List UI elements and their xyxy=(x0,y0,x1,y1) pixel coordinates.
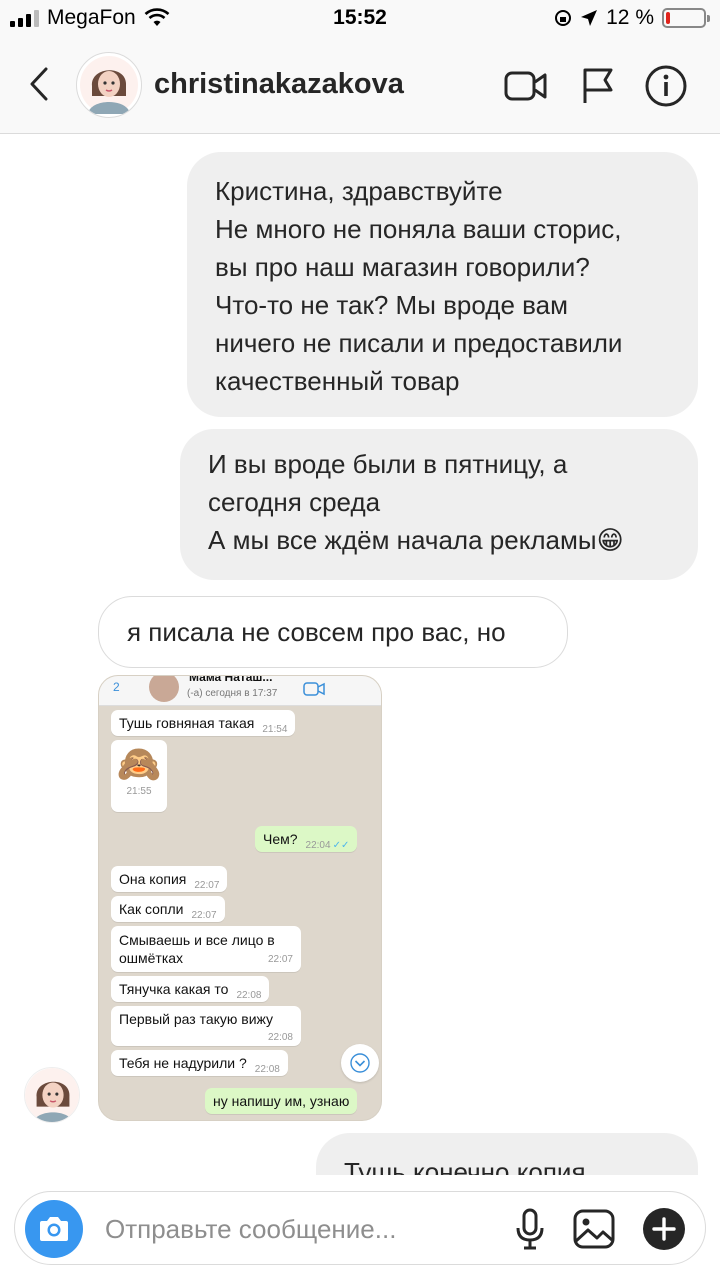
bubble-time: 21:54 xyxy=(262,724,288,735)
voice-message-button[interactable] xyxy=(507,1206,553,1252)
bubble-text: Тушь говняная такая xyxy=(119,715,255,731)
bubble-time: 22:07 xyxy=(194,880,220,891)
message-line: вы про наш магазин говорили? xyxy=(215,252,590,282)
screenshot-bubble-incoming: Тебя не надурили ? 22:08 xyxy=(111,1050,288,1076)
chevron-left-icon xyxy=(30,67,48,101)
plus-icon xyxy=(643,1208,685,1250)
screenshot-bubble-incoming: Как сопли 22:07 xyxy=(111,896,225,922)
screenshot-contact-name: Мама Наташ... xyxy=(189,675,273,684)
video-call-button[interactable] xyxy=(502,62,550,110)
gallery-button[interactable] xyxy=(571,1206,617,1252)
battery-percent: 12 % xyxy=(606,6,654,29)
message-line: Кристина, здравствуйте xyxy=(215,176,503,206)
bubble-time: 21:55 xyxy=(126,786,152,797)
avatar-illustration xyxy=(80,56,138,114)
bubble-time: 22:07 xyxy=(191,910,217,921)
screenshot-header: 2 Мама Наташ... (-а) сегодня в 17:37 xyxy=(99,676,381,706)
bubble-text: Тянучка какая то xyxy=(119,981,229,997)
report-button[interactable] xyxy=(574,62,622,110)
bubble-text: Как сопли xyxy=(119,901,184,917)
bubble-time: 22:07 xyxy=(267,954,293,965)
message-line: ничего не писали и предоставили xyxy=(215,328,623,358)
message-line: А мы все ждём начала рекламы😁 xyxy=(208,525,624,555)
shared-screenshot[interactable]: 2 Мама Наташ... (-а) сегодня в 17:37 Туш… xyxy=(98,675,382,1121)
screenshot-sticker: 🙈 21:55 xyxy=(111,740,167,812)
rotation-lock-icon xyxy=(555,10,572,26)
back-button[interactable] xyxy=(22,64,56,104)
double-check-icon: ✓✓ xyxy=(332,840,350,851)
message-line: Тушь конечно копия xyxy=(344,1157,586,1175)
bubble-text: Первый раз такую вижу xyxy=(119,1011,274,1027)
avatar-illustration xyxy=(25,1068,79,1122)
camera-icon xyxy=(40,1217,68,1241)
screenshot-last-seen: (-а) сегодня в 17:37 xyxy=(187,688,278,699)
screenshot-bubble-outgoing: Чем? 22:04 ✓✓ xyxy=(255,826,358,852)
video-camera-icon xyxy=(303,682,325,696)
bubble-time: 22:08 xyxy=(236,990,262,1001)
screenshot-back-count: 2 xyxy=(113,680,120,694)
message-thread[interactable]: Кристина, здравствуйте Не много не понял… xyxy=(0,135,720,1175)
message-input[interactable] xyxy=(105,1212,495,1246)
screenshot-bubble-outgoing: ну напишу им, узнаю xyxy=(205,1088,358,1114)
bubble-time: 22:04 xyxy=(305,840,331,851)
gallery-icon xyxy=(573,1209,615,1249)
bubble-time: 22:08 xyxy=(254,1064,280,1075)
message-line: сегодня среда xyxy=(208,487,381,517)
scroll-down-button xyxy=(341,1044,379,1082)
screenshot-bubble-incoming: Смываешь и все лицо в ошмётках 22:07 xyxy=(111,926,301,972)
chevron-down-icon xyxy=(350,1053,370,1073)
screenshot-bubble-incoming: Первый раз такую вижу 22:08 xyxy=(111,1006,301,1046)
chat-header: christinakazakova xyxy=(0,38,720,134)
message-line: качественный товар xyxy=(215,366,460,396)
message-outgoing[interactable]: Тушь конечно копия xyxy=(316,1133,698,1175)
message-composer xyxy=(14,1191,706,1265)
message-line: Не много не поняла ваши сторис, xyxy=(215,214,622,244)
flag-icon xyxy=(583,68,613,103)
more-options-button[interactable] xyxy=(641,1206,687,1252)
message-line: Что-то не так? Мы вроде вам xyxy=(215,290,568,320)
bubble-text: Тебя не надурили ? xyxy=(119,1055,247,1071)
avatar[interactable] xyxy=(76,52,142,118)
message-outgoing[interactable]: И вы вроде были в пятницу, а сегодня сре… xyxy=(180,429,698,580)
screenshot-contact-avatar xyxy=(149,676,179,702)
message-incoming[interactable]: я писала не совсем про вас, но xyxy=(98,596,568,668)
bubble-text-line2: ошмётках xyxy=(119,950,184,966)
camera-button[interactable] xyxy=(25,1200,83,1258)
bubble-text: Чем? xyxy=(263,831,298,847)
info-button[interactable] xyxy=(642,62,690,110)
bubble-text: ну напишу им, узнаю xyxy=(213,1093,350,1109)
microphone-icon xyxy=(516,1208,544,1250)
message-line: И вы вроде были в пятницу, а xyxy=(208,449,568,479)
bubble-time: 22:08 xyxy=(267,1032,293,1043)
info-icon xyxy=(645,65,687,107)
location-arrow-icon xyxy=(581,10,598,26)
status-bar: MegaFon 15:52 12 % xyxy=(0,0,720,38)
avatar[interactable] xyxy=(24,1067,80,1123)
message-outgoing[interactable]: Кристина, здравствуйте Не много не понял… xyxy=(187,152,698,417)
screenshot-bubble-incoming: Она копия 22:07 xyxy=(111,866,228,892)
see-no-evil-monkey-icon: 🙈 xyxy=(116,743,162,784)
chat-username[interactable]: christinakazakova xyxy=(154,68,404,101)
message-line: я писала не совсем про вас, но xyxy=(127,617,506,647)
battery-icon xyxy=(662,8,710,28)
screenshot-bubble-incoming: Тянучка какая то 22:08 xyxy=(111,976,270,1002)
screenshot-bubble-incoming: Тушь говняная такая 21:54 xyxy=(111,710,296,736)
status-right: 12 % xyxy=(554,6,710,30)
video-camera-icon xyxy=(504,71,547,101)
bubble-text: Смываешь и все лицо в xyxy=(119,932,275,948)
bubble-text: Она копия xyxy=(119,871,187,887)
